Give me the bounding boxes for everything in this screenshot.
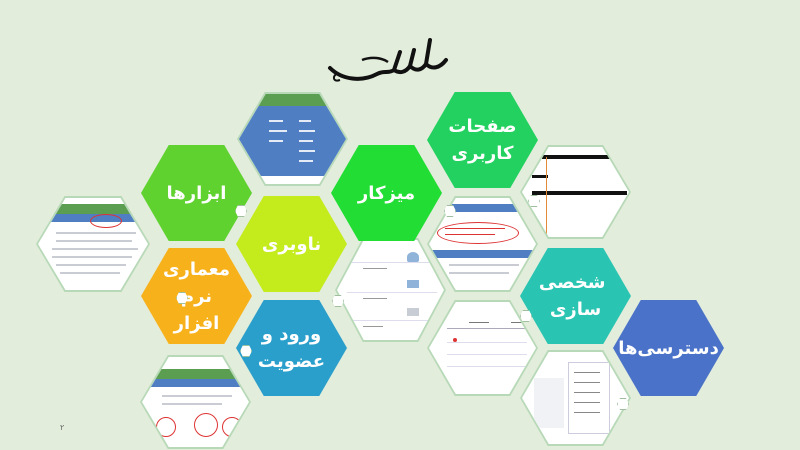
screenshot-hex-lines xyxy=(520,145,631,239)
hex-personalization[interactable]: شخصی سازی xyxy=(520,248,631,344)
screenshot-hex-callout xyxy=(427,196,538,292)
hex-login[interactable]: ورود و عضویت xyxy=(236,300,347,396)
hex-personalization-label: شخصی سازی xyxy=(538,272,606,320)
screenshot-hex-login xyxy=(140,355,251,449)
hex-dashboard[interactable]: میزکار xyxy=(331,145,442,241)
screenshot-hex-dashboard xyxy=(335,238,446,342)
hex-dashboard-label: میزکار xyxy=(357,182,416,204)
hex-architecture[interactable]: معماری نرم افزار xyxy=(141,248,252,344)
page-number: ۲ xyxy=(60,423,65,432)
hex-tools-label: ابزارها xyxy=(166,182,227,204)
hex-user-pages-label: صفحات کاربری xyxy=(448,116,517,164)
hex-navigation-label: ناوبری xyxy=(261,233,322,255)
screenshot-hex-menu xyxy=(237,92,348,186)
hex-user-pages[interactable]: صفحات کاربری xyxy=(427,92,538,188)
hex-architecture-label: معماری نرم افزار xyxy=(163,258,230,334)
hex-access-label: دسترسی‌ها xyxy=(618,337,719,359)
screenshot-hex-access xyxy=(520,350,631,446)
slide: صفحات کاربری میزکار ابزارها ناوبری معمار… xyxy=(0,0,800,450)
screenshot-hex-tools xyxy=(36,196,150,292)
hex-access[interactable]: دسترسی‌ها xyxy=(613,300,724,396)
bismillah-calligraphy-icon xyxy=(328,38,448,82)
hex-tools[interactable]: ابزارها xyxy=(141,145,252,241)
hex-login-label: ورود و عضویت xyxy=(257,324,326,372)
hex-navigation[interactable]: ناوبری xyxy=(236,196,347,292)
